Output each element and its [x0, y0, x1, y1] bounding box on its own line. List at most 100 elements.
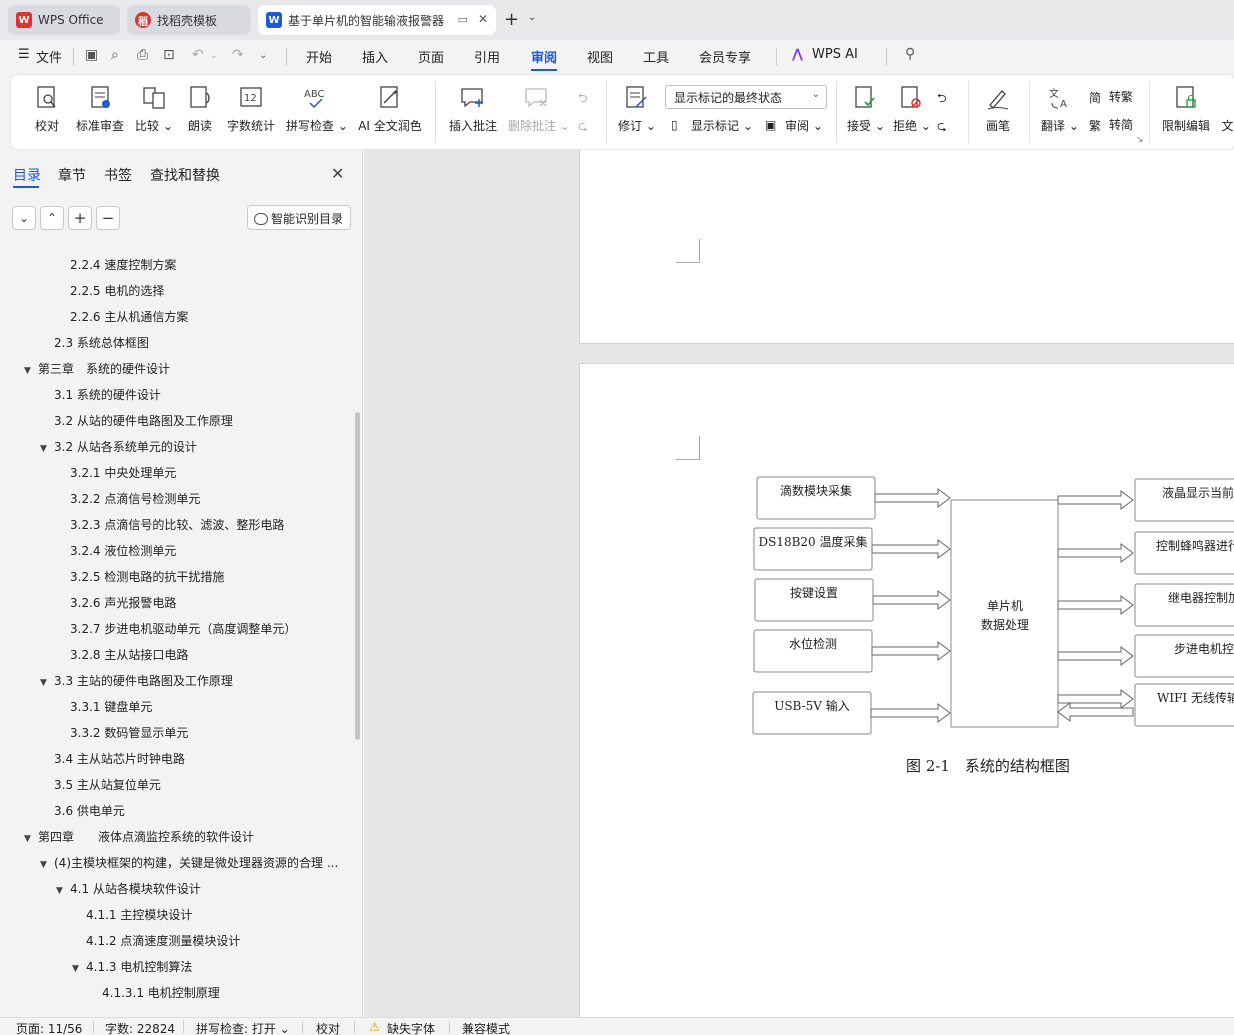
- redo-icon[interactable]: ↷: [232, 47, 244, 63]
- toc-item[interactable]: 3.2.8 主从站接口电路: [56, 646, 188, 668]
- ai-polish-button[interactable]: ✦ AI 全文润色: [358, 85, 422, 134]
- ai-toc-button[interactable]: 智能识别目录: [247, 205, 351, 230]
- reject-button[interactable]: 拒绝 ⌄: [893, 85, 931, 134]
- standard-review-button[interactable]: 标准审查: [74, 85, 126, 134]
- tab-find-replace[interactable]: 查找和替换: [150, 165, 220, 185]
- toc-item[interactable]: ▼ 4.1.3 电机控制算法: [72, 958, 192, 980]
- word-count-indicator[interactable]: 字数: 22824: [105, 1020, 175, 1035]
- expand-group-icon[interactable]: ↘: [1136, 135, 1144, 145]
- menu-member[interactable]: 会员专享: [699, 47, 751, 66]
- toc-item[interactable]: 3.2 从站的硬件电路图及工作原理: [40, 412, 233, 434]
- expand-arrow-icon[interactable]: ▼: [40, 860, 54, 870]
- toc-item[interactable]: 3.3.1 键盘单元: [56, 698, 152, 720]
- expand-up-button[interactable]: ⌃: [40, 206, 64, 230]
- expand-arrow-icon[interactable]: ▼: [40, 678, 54, 688]
- scrollbar[interactable]: [355, 412, 360, 740]
- proof-indicator[interactable]: 校对: [316, 1020, 340, 1035]
- tab-wps-office[interactable]: W WPS Office: [8, 5, 120, 35]
- document-page[interactable]: 滴数模块采集 DS18B20 温度采集 按键设置 水位检测 USB-5V 输入 单片机 数据…: [579, 363, 1234, 1017]
- new-tab-icon[interactable]: +: [504, 9, 519, 30]
- toc-item[interactable]: ▼ (4)主模块框架的构建，关键是微处理器资源的合理 ...: [40, 854, 338, 876]
- page-indicator[interactable]: 页面: 11/56: [16, 1020, 82, 1035]
- markup-state-select[interactable]: 显示标记的最终状态 ⌄: [665, 85, 827, 109]
- add-heading-button[interactable]: +: [68, 206, 92, 230]
- toc-item[interactable]: 3.1 系统的硬件设计: [40, 386, 161, 408]
- toc-item[interactable]: 4.1.1 主控模块设计: [72, 906, 192, 928]
- toc-item[interactable]: ▼ 第四章 液体点滴监控系统的软件设计: [24, 828, 254, 850]
- toc-item[interactable]: 2.2.6 主从机通信方案: [56, 308, 188, 330]
- toc-item[interactable]: ▼ 4.1 从站各模块软件设计: [56, 880, 201, 902]
- spell-check-button[interactable]: ABC 拼写检查 ⌄: [286, 85, 348, 134]
- tab-bookmarks[interactable]: 书签: [104, 165, 132, 185]
- toc-item[interactable]: 2.2.5 电机的选择: [56, 282, 164, 304]
- next-change-icon[interactable]: ⮎: [937, 117, 947, 138]
- tab-template[interactable]: 稻 找稻壳模板: [127, 5, 251, 35]
- monitor-icon[interactable]: ▭: [458, 13, 468, 26]
- toc-item[interactable]: 2.3 系统总体框图: [40, 334, 149, 356]
- search-icon[interactable]: ⚲: [905, 46, 915, 62]
- toc-item[interactable]: ▼ 3.2 从站各系统单元的设计: [40, 438, 197, 460]
- toc-item[interactable]: 3.2.7 步进电机驱动单元（高度调整单元）: [56, 620, 296, 642]
- toc-item[interactable]: 3.5 主从站复位单元: [40, 776, 161, 798]
- spell-check-indicator[interactable]: 拼写检查: 打开 ⌄: [196, 1020, 290, 1035]
- accept-button[interactable]: 接受 ⌄: [847, 85, 885, 134]
- menu-file[interactable]: 文件: [36, 47, 62, 66]
- expand-arrow-icon[interactable]: ▼: [56, 886, 70, 896]
- prev-comment-icon[interactable]: ⮌: [578, 89, 588, 110]
- toc-item[interactable]: 3.2.4 液位检测单元: [56, 542, 176, 564]
- word-count-button[interactable]: 12 字数统计: [226, 85, 276, 134]
- missing-font-indicator[interactable]: 缺失字体: [387, 1020, 435, 1035]
- chevron-down-icon[interactable]: ⌄: [528, 12, 536, 23]
- to-traditional-button[interactable]: 简 转繁: [1089, 88, 1133, 105]
- tab-sections[interactable]: 章节: [58, 165, 86, 185]
- expand-arrow-icon[interactable]: ▼: [72, 964, 86, 974]
- menu-start[interactable]: 开始: [306, 47, 332, 66]
- expand-arrow-icon[interactable]: ▼: [24, 366, 38, 376]
- menu-tools[interactable]: 工具: [643, 47, 669, 66]
- compare-button[interactable]: 比较 ⌄: [135, 85, 173, 134]
- document-cut-button[interactable]: 文: [1221, 85, 1234, 134]
- prev-change-icon[interactable]: ⮌: [937, 89, 947, 110]
- undo-icon[interactable]: ↶: [192, 47, 204, 63]
- toc-item[interactable]: 3.6 供电单元: [40, 802, 125, 824]
- menu-view[interactable]: 视图: [587, 47, 613, 66]
- print-preview-icon[interactable]: ⊡: [163, 47, 175, 63]
- collapse-all-button[interactable]: ⌄: [12, 206, 36, 230]
- next-comment-icon[interactable]: ⮎: [578, 117, 588, 138]
- toc-item[interactable]: 3.2.2 点滴信号检测单元: [56, 490, 200, 512]
- toc-item[interactable]: 3.2.3 点滴信号的比较、滤波、整形电路: [56, 516, 284, 538]
- document-canvas[interactable]: 滴数模块采集 DS18B20 温度采集 按键设置 水位检测 USB-5V 输入 单片机 数据…: [364, 150, 1234, 1017]
- revise-button[interactable]: 修订 ⌄: [618, 85, 656, 134]
- tab-close-icon[interactable]: ✕: [478, 12, 488, 26]
- remove-heading-button[interactable]: −: [96, 206, 120, 230]
- expand-arrow-icon[interactable]: ▼: [24, 834, 38, 844]
- review-pane-button[interactable]: ▣ 审阅 ⌄: [765, 117, 823, 134]
- document-page[interactable]: [579, 150, 1234, 344]
- compat-mode-indicator[interactable]: 兼容模式: [462, 1020, 510, 1035]
- toc-item[interactable]: 3.2.1 中央处理单元: [56, 464, 176, 486]
- read-aloud-button[interactable]: 朗读: [186, 85, 214, 134]
- menu-references[interactable]: 引用: [474, 47, 500, 66]
- show-markup-button[interactable]: ▯ 显示标记 ⌄: [671, 117, 753, 134]
- toc-item[interactable]: 3.4 主从站芯片时钟电路: [40, 750, 185, 772]
- menu-wps-ai[interactable]: WPS AI: [812, 47, 858, 62]
- more-icon[interactable]: ⌄: [259, 50, 267, 61]
- restrict-edit-button[interactable]: 限制编辑: [1161, 85, 1211, 134]
- hamburger-icon[interactable]: ☰: [18, 47, 30, 62]
- translate-button[interactable]: 文A 翻译 ⌄: [1041, 85, 1079, 134]
- toc-item[interactable]: 2.2.4 速度控制方案: [56, 256, 176, 278]
- print-icon[interactable]: ⎙: [137, 47, 148, 63]
- pen-button[interactable]: 画笔: [983, 85, 1013, 134]
- toc-item[interactable]: 3.2.5 检测电路的抗干扰措施: [56, 568, 224, 590]
- menu-page[interactable]: 页面: [418, 47, 444, 66]
- tab-document[interactable]: W 基于单片机的智能输液报警器 ✕ ▭: [258, 5, 496, 35]
- menu-insert[interactable]: 插入: [362, 47, 388, 66]
- toc-item[interactable]: ▼ 3.3 主站的硬件电路图及工作原理: [40, 672, 233, 694]
- toc-item[interactable]: 4.1.3.1 电机控制原理: [88, 984, 220, 1006]
- toc-item[interactable]: 3.2.6 声光报警电路: [56, 594, 176, 616]
- expand-arrow-icon[interactable]: ▼: [40, 444, 54, 454]
- toc-item[interactable]: 4.1.2 点滴速度测量模块设计: [72, 932, 240, 954]
- toc-item[interactable]: 3.3.2 数码管显示单元: [56, 724, 188, 746]
- proofread-button[interactable]: 校对: [31, 85, 63, 134]
- close-icon[interactable]: ✕: [331, 164, 344, 183]
